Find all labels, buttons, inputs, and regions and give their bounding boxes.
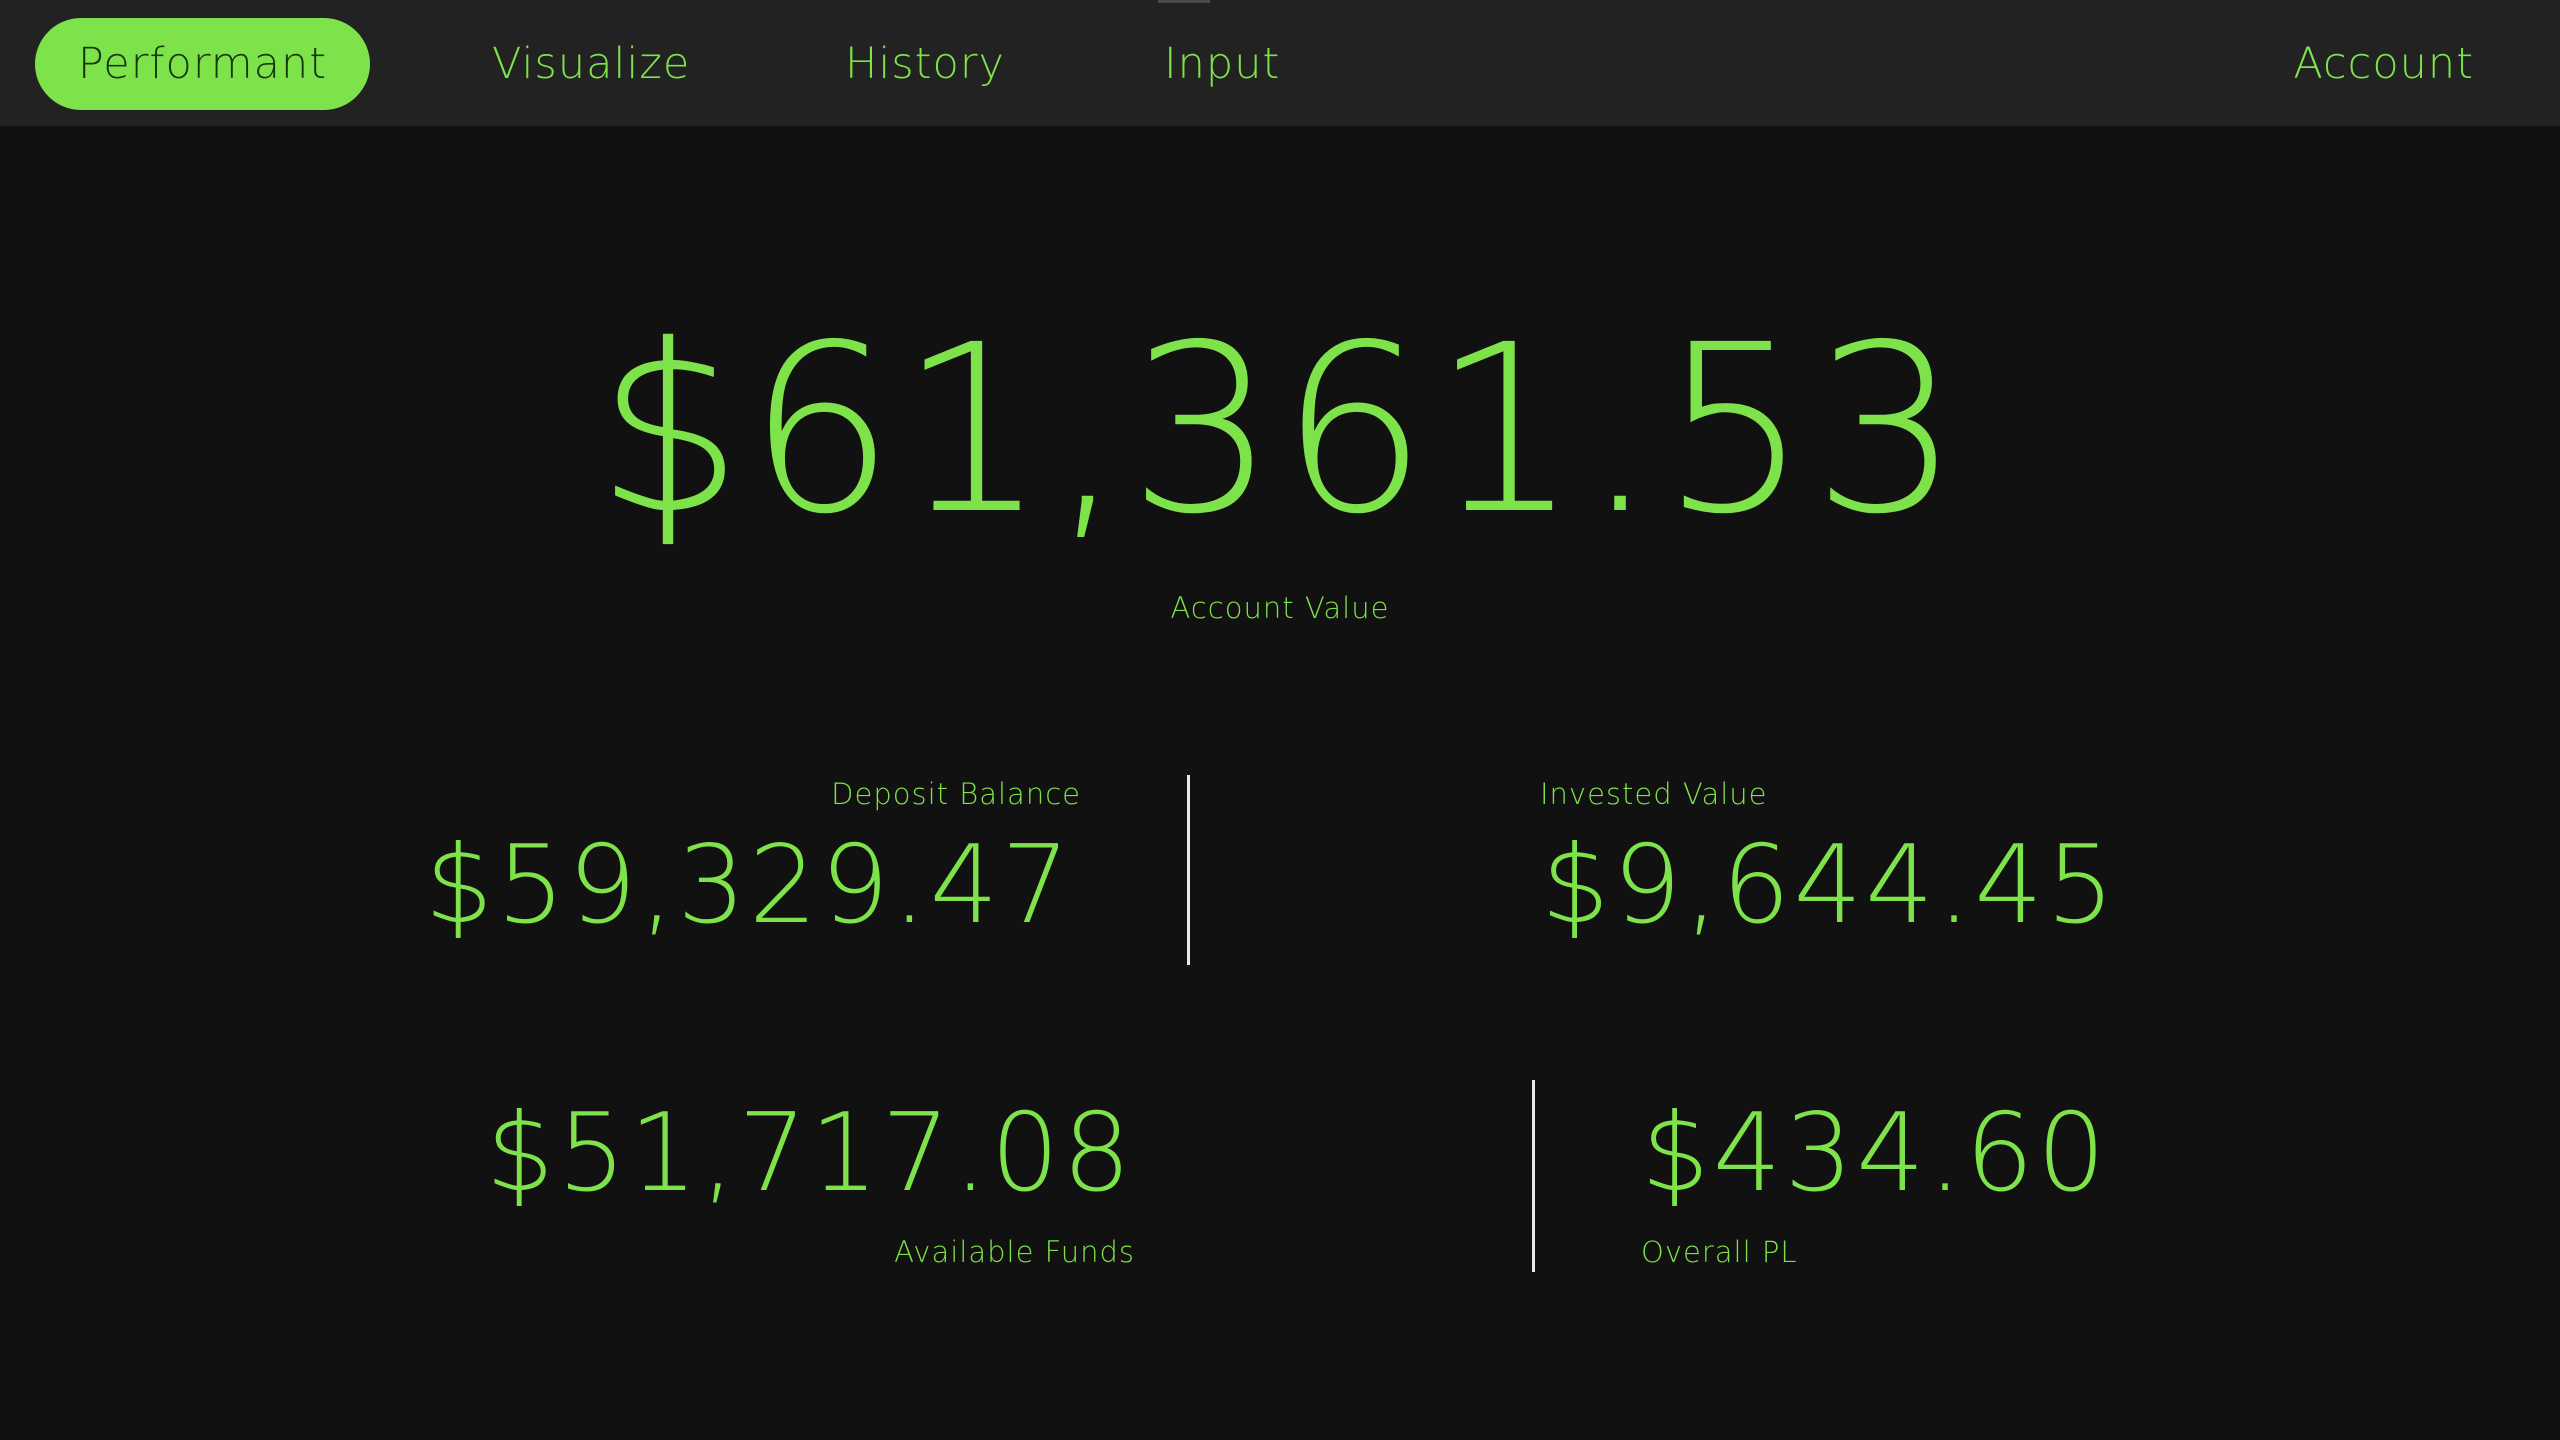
deposit-balance-label: Deposit Balance xyxy=(831,777,1081,811)
vertical-divider xyxy=(1187,775,1190,965)
deposit-balance-amount: $59,329.47 xyxy=(424,823,1073,948)
vertical-divider xyxy=(1532,1080,1535,1272)
invested-value-amount: $9,644.45 xyxy=(1541,823,2118,948)
top-indicator xyxy=(1158,0,1210,3)
available-funds-label: Available Funds xyxy=(894,1235,1135,1269)
nav-item-visualize[interactable]: Visualize xyxy=(492,18,690,110)
nav-item-history[interactable]: History xyxy=(845,18,1005,110)
invested-value-label: Invested Value xyxy=(1540,777,1768,811)
account-value-amount: $61,361.53 xyxy=(595,295,1965,565)
overall-pl-amount: $434.60 xyxy=(1641,1091,2109,1216)
account-value-label: Account Value xyxy=(1170,591,1390,625)
nav-item-account[interactable]: Account xyxy=(2293,18,2474,110)
top-navigation-bar: Performant Visualize History Input Accou… xyxy=(0,0,2560,126)
brand-home-button[interactable]: Performant xyxy=(35,18,370,110)
overall-pl-label: Overall PL xyxy=(1641,1235,1798,1269)
nav-item-input[interactable]: Input xyxy=(1164,18,1280,110)
available-funds-amount: $51,717.08 xyxy=(485,1091,1134,1216)
